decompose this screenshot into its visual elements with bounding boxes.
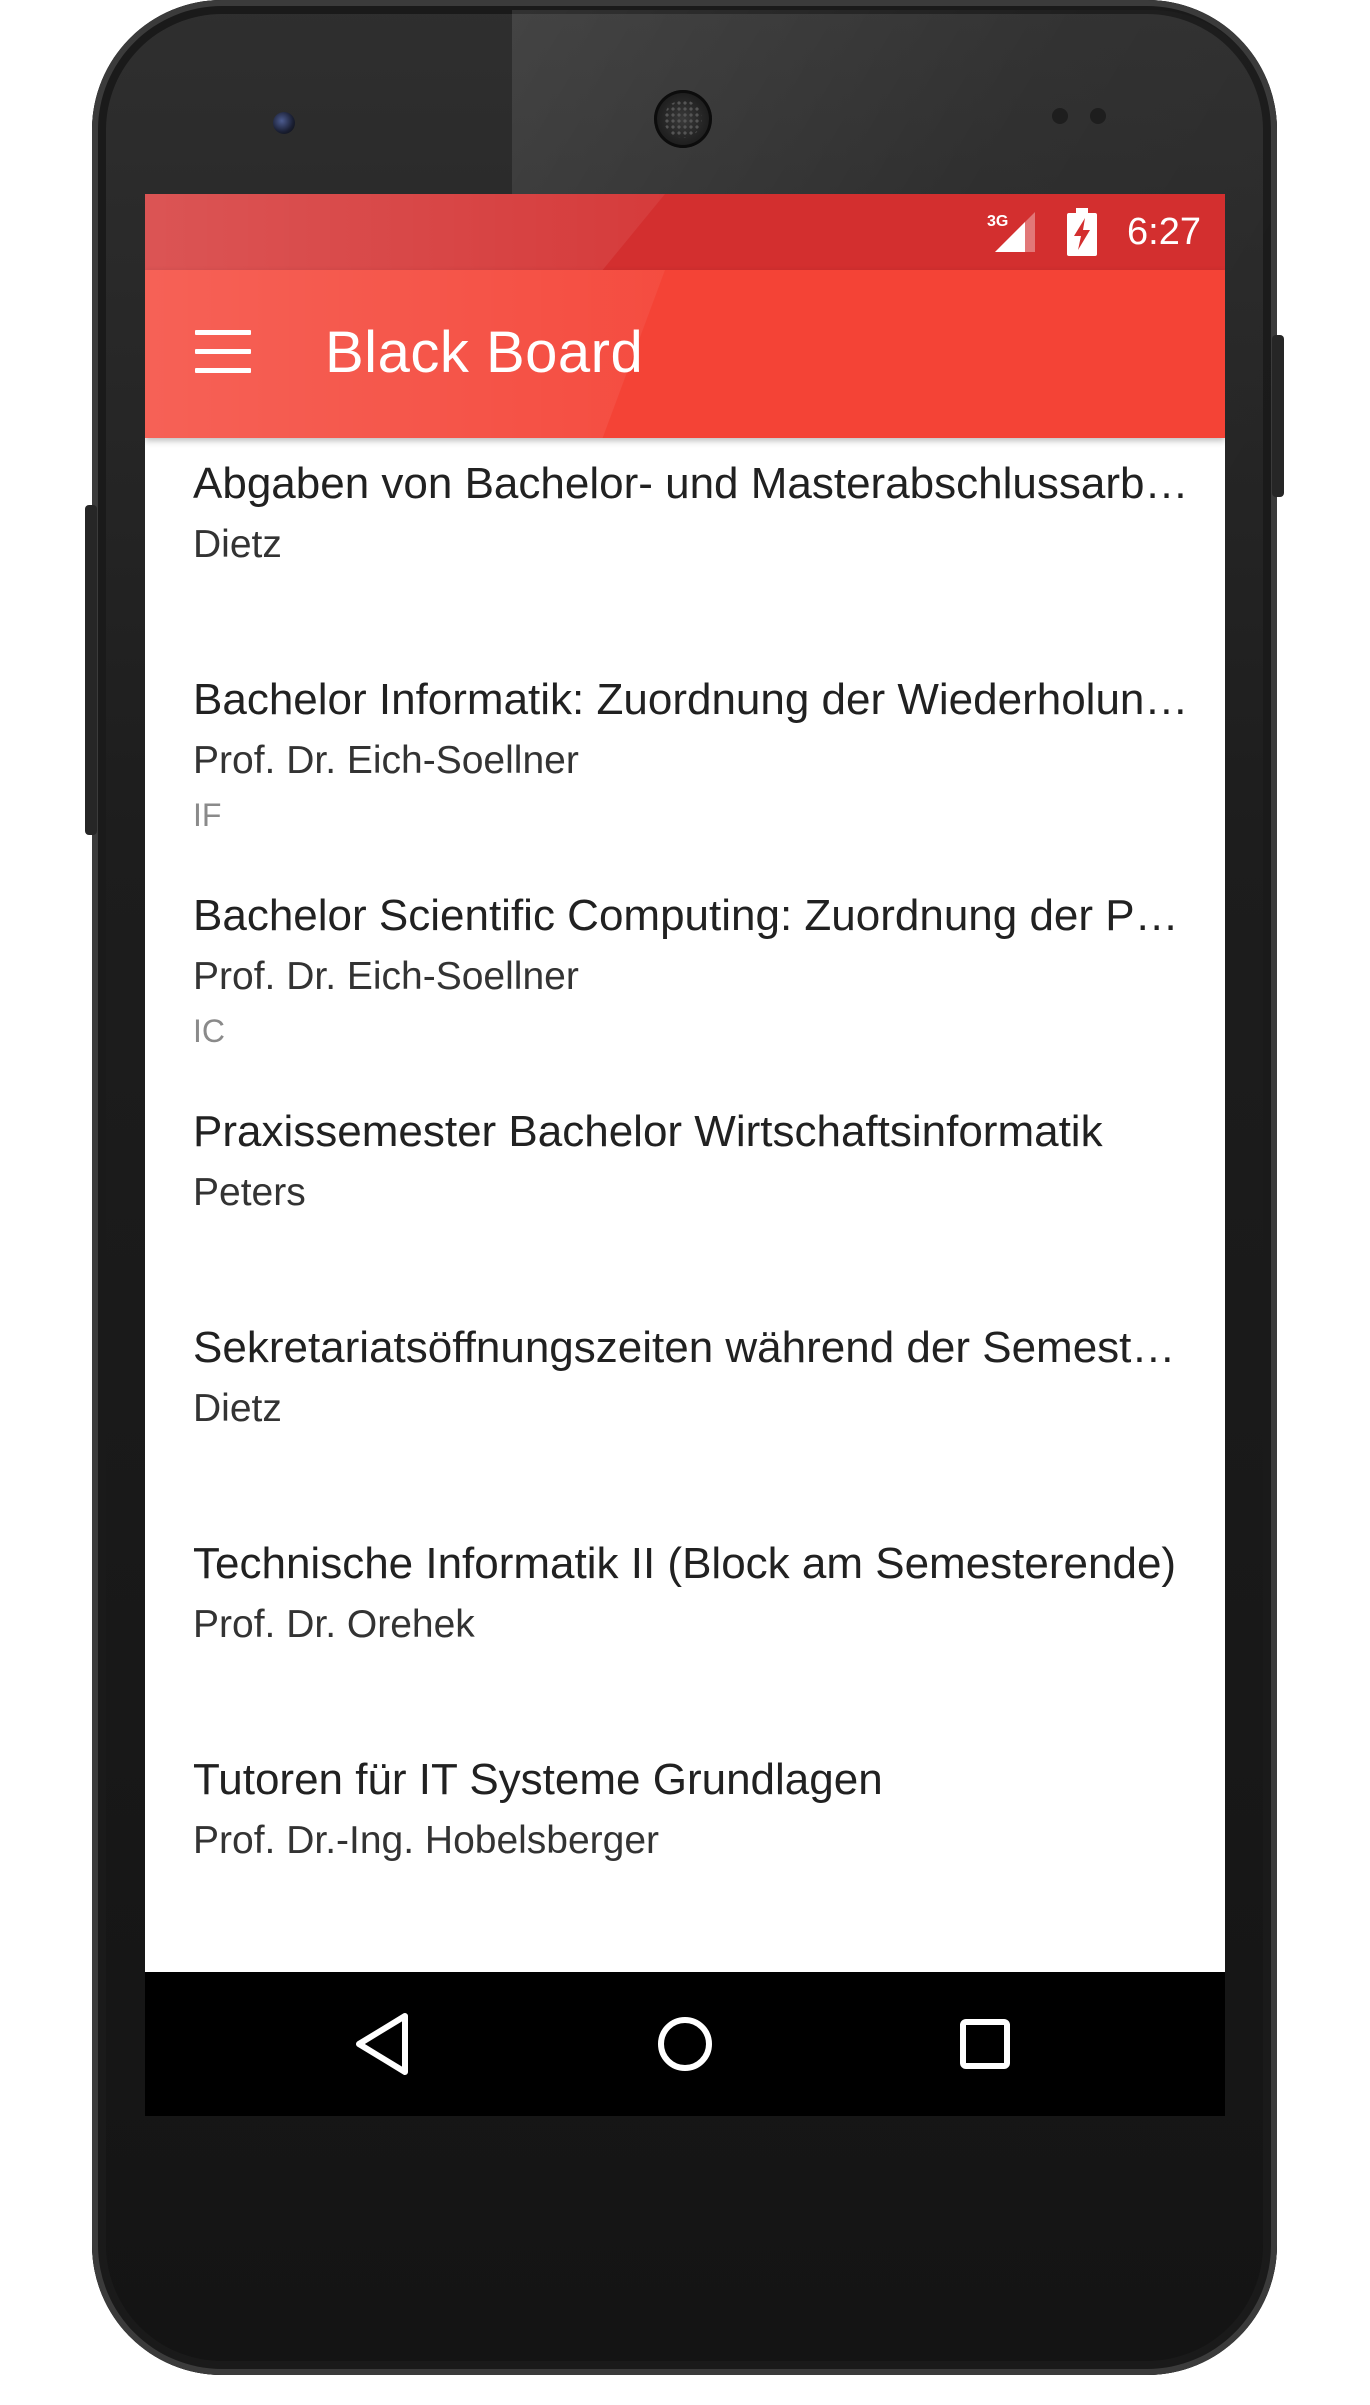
signal-3g-icon: 3G [987,212,1035,252]
list-item[interactable]: Praxissemester Bachelor Wirtschaftsinfor… [145,1086,1225,1302]
post-title: Abgaben von Bachelor- und Masterabschlus… [193,459,1193,508]
list-item[interactable]: Bachelor Informatik: Zuordnung der Wiede… [145,654,1225,870]
post-title: Bachelor Scientific Computing: Zuordnung… [193,891,1193,940]
post-title: Technische Informatik II (Block am Semes… [193,1539,1177,1588]
battery-charging-icon [1067,208,1097,256]
status-bar: 3G 6:27 [145,194,1225,270]
post-author: Peters [193,1171,306,1214]
proximity-sensor-icon [1052,108,1068,124]
post-title: Sekretariatsöffnungszeiten während der S… [193,1323,1193,1372]
post-title: Bachelor Informatik: Zuordnung der Wiede… [193,675,1193,724]
post-tag: IC [193,1013,225,1049]
navigation-bar [145,1972,1225,2116]
earpiece-speaker-icon [654,90,712,148]
volume-button [85,505,97,835]
power-button [1272,335,1284,497]
app-title: Black Board [325,320,644,385]
post-author: Dietz [193,523,282,566]
back-icon[interactable] [343,2006,423,2082]
list-item[interactable]: Technische Informatik II (Block am Semes… [145,1518,1225,1734]
post-author: Prof. Dr. Orehek [193,1603,475,1646]
hamburger-menu-icon[interactable] [195,330,251,374]
screen: 3G 6:27 Black Board Abgaben von Bachelor… [145,194,1225,2116]
home-icon[interactable] [645,2006,725,2082]
post-author: Prof. Dr. Eich-Soellner [193,955,579,998]
list-item[interactable]: Abgaben von Bachelor- und Masterabschlus… [145,438,1225,654]
post-author: Prof. Dr. Eich-Soellner [193,739,579,782]
list-item[interactable]: Tutoren für IT Systeme Grundlagen Prof. … [145,1734,1225,1950]
app-bar: Black Board [145,270,1225,438]
post-author: Dietz [193,1387,282,1430]
status-time: 6:27 [1127,211,1201,253]
post-author: Prof. Dr.-Ing. Hobelsberger [193,1819,660,1862]
list-item[interactable]: Bachelor Scientific Computing: Zuordnung… [145,870,1225,1086]
light-sensor-icon [1090,108,1106,124]
post-title: Tutoren für IT Systeme Grundlagen [193,1755,883,1804]
post-title: Praxissemester Bachelor Wirtschaftsinfor… [193,1107,1103,1156]
list-item[interactable]: Sekretariatsöffnungszeiten während der S… [145,1302,1225,1518]
post-tag: IF [193,797,222,833]
post-list[interactable]: Abgaben von Bachelor- und Masterabschlus… [145,438,1225,1970]
front-camera-icon [273,112,295,134]
network-type-label: 3G [987,213,1008,230]
recents-icon[interactable] [945,2006,1025,2082]
